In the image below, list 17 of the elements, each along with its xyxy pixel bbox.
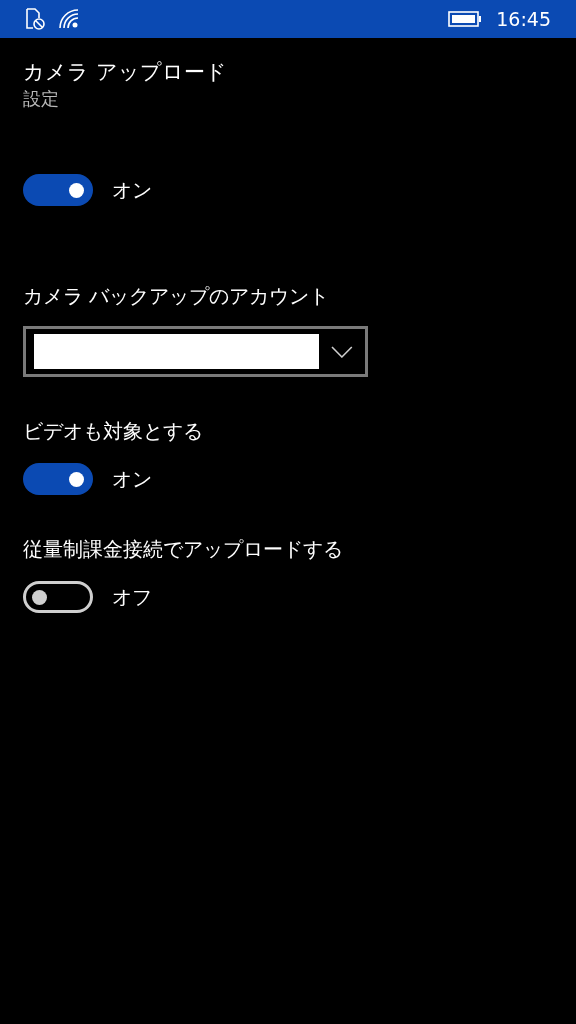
setting-label: 従量制課金接続でアップロードする (23, 536, 344, 563)
setting-label: カメラ バックアップのアカウント (23, 283, 331, 310)
page-title: カメラ アップロード (23, 59, 228, 86)
wifi-icon (59, 9, 81, 29)
toggle-state-label: オン (112, 177, 152, 204)
toggle-switch[interactable] (23, 463, 93, 495)
toggle-state-label: オン (112, 466, 152, 493)
toggle-switch[interactable] (23, 174, 93, 206)
toggle-switch[interactable] (23, 581, 93, 613)
toggle-state-label: オフ (112, 584, 152, 611)
account-dropdown[interactable] (23, 326, 368, 377)
clock-time: 16:45 (496, 6, 551, 32)
battery-icon (448, 11, 483, 27)
page-subtitle: 設定 (23, 87, 60, 111)
sim-blocked-icon (25, 8, 45, 30)
chevron-down-icon (331, 345, 353, 358)
setting-label: ビデオも対象とする (23, 418, 204, 445)
